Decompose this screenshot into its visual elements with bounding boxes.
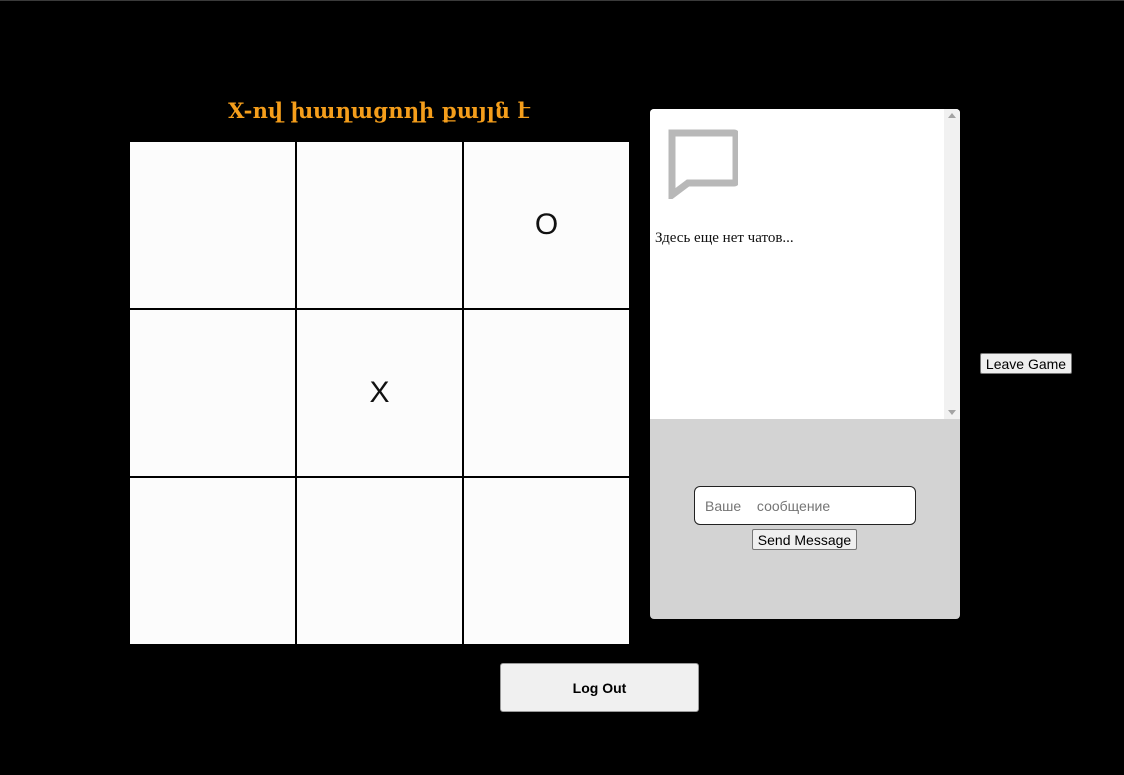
message-input[interactable] [694,486,916,525]
empty-chat-message: Здесь еще нет чатов... [655,230,794,246]
turn-indicator: X-ով խաղացողի քայլն է [228,98,530,123]
chat-bubble-icon [668,129,738,199]
scroll-up-arrow-icon[interactable] [948,113,956,118]
board-cell-1-2[interactable] [464,310,629,476]
chat-panel: Здесь еще нет чатов... Send Message [650,109,960,619]
chat-messages-area: Здесь еще нет чатов... [650,109,960,419]
scroll-down-arrow-icon[interactable] [948,410,956,415]
board-cell-0-0[interactable] [130,142,295,308]
chat-scrollbar[interactable] [944,109,960,419]
board-cell-2-0[interactable] [130,478,295,644]
board-cell-1-1[interactable]: X [297,310,462,476]
board-cell-0-2[interactable]: O [464,142,629,308]
send-message-button[interactable]: Send Message [752,529,857,550]
board-cell-0-1[interactable] [297,142,462,308]
board-cell-2-2[interactable] [464,478,629,644]
tic-tac-toe-board: O X [130,142,629,644]
leave-game-button[interactable]: Leave Game [980,353,1072,374]
logout-button[interactable]: Log Out [500,663,699,712]
game-page: X-ով խաղացողի քայլն է O X Здесь еще нет … [0,0,1124,775]
board-cell-2-1[interactable] [297,478,462,644]
board-cell-1-0[interactable] [130,310,295,476]
